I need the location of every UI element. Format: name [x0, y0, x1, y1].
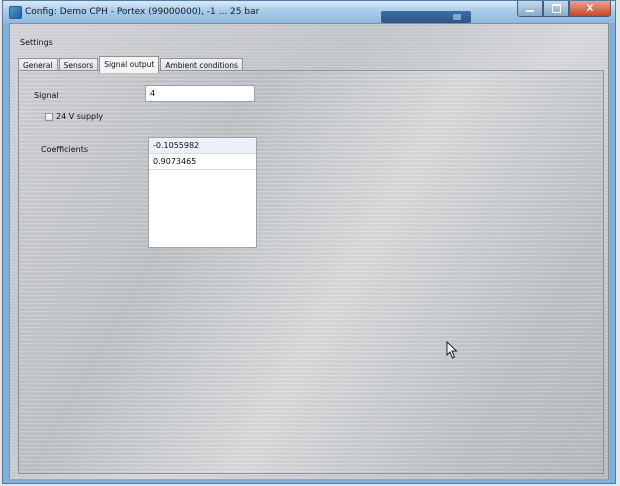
coefficients-list[interactable]: -0.1055982 0.9073465: [148, 137, 257, 248]
minimize-icon: [526, 10, 534, 12]
minimize-button[interactable]: [517, 1, 543, 17]
maximize-button[interactable]: [543, 1, 569, 17]
title-bar[interactable]: Config: Demo CPH - Portex (99000000), -1…: [3, 1, 615, 23]
settings-group-label: Settings: [20, 38, 53, 47]
tab-signal-output[interactable]: Signal output: [99, 56, 160, 73]
coefficient-row[interactable]: -0.1055982: [149, 138, 256, 154]
signal-label: Signal: [34, 91, 59, 100]
taskbar-button[interactable]: [381, 11, 471, 23]
coefficients-label: Coefficients: [41, 145, 89, 154]
mouse-pointer-icon: [446, 341, 458, 359]
coefficient-row[interactable]: 0.9073465: [149, 154, 256, 170]
client-area: Settings General Sensors Signal output A…: [9, 23, 609, 481]
taskbar-glyph-icon: [453, 14, 461, 20]
close-icon: X: [586, 3, 594, 14]
application-window: Config: Demo CPH - Portex (99000000), -1…: [2, 0, 616, 484]
app-icon[interactable]: [9, 6, 22, 19]
window-frame-bottom: [3, 479, 615, 483]
close-button[interactable]: X: [569, 1, 611, 17]
signal-input[interactable]: 4: [145, 85, 255, 102]
caption-buttons: X: [517, 1, 611, 19]
maximize-icon: [551, 4, 561, 13]
supply-24v-label: 24 V supply: [56, 112, 104, 121]
window-title: Config: Demo CPH - Portex (99000000), -1…: [25, 7, 260, 17]
signal-output-panel: Signal 4 24 V supply Coefficients -0.105…: [18, 70, 604, 474]
supply-24v-checkbox[interactable]: [45, 113, 53, 121]
